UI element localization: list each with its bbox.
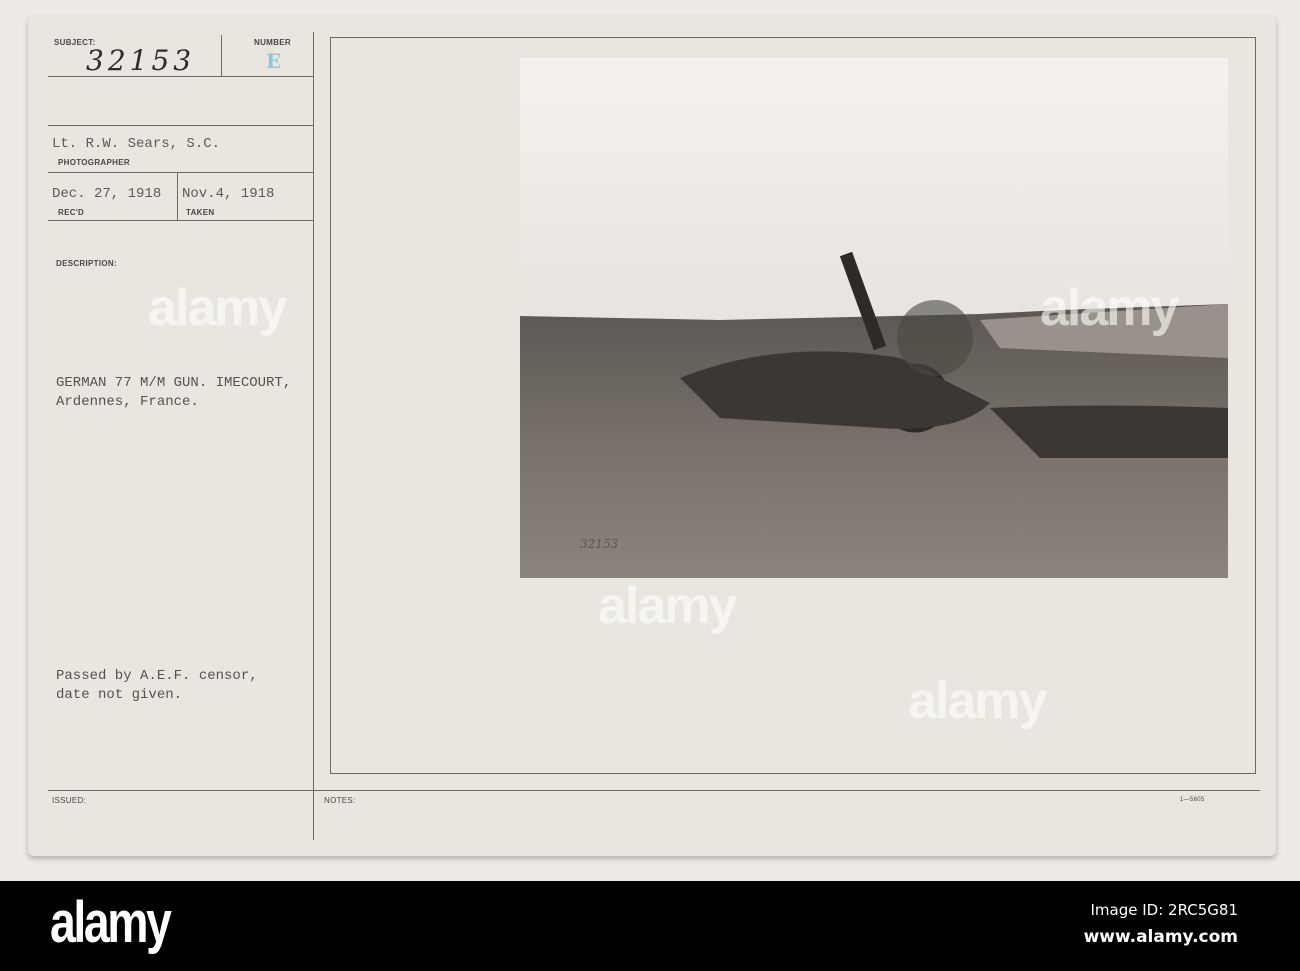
number-label: NUMBER xyxy=(254,38,291,47)
divider xyxy=(221,35,222,76)
divider xyxy=(48,172,314,173)
watermark: alamy xyxy=(598,577,737,635)
taken-date: Nov.4, 1918 xyxy=(182,186,275,202)
photo-inscription: 32153 xyxy=(580,537,619,551)
image-id: Image ID: 2RC5G81 xyxy=(1090,901,1239,919)
description-line-2: Ardennes, France. xyxy=(56,394,199,410)
column-divider xyxy=(313,32,314,840)
censor-line-2: date not given. xyxy=(56,687,183,703)
alamy-logo: alamy xyxy=(50,890,172,955)
received-date: Dec. 27, 1918 xyxy=(52,186,162,202)
issued-label: ISSUED: xyxy=(52,796,87,805)
notes-label: NOTES: xyxy=(324,796,356,805)
taken-label: TAKEN xyxy=(186,208,215,217)
received-label: REC'D xyxy=(58,208,85,217)
archival-photo-card: SUBJECT: 32153 NUMBER E Lt. R.W. Sears, … xyxy=(28,16,1276,856)
description-label: DESCRIPTION: xyxy=(56,259,117,268)
description-line-1: GERMAN 77 M/M GUN. IMECOURT, xyxy=(56,375,292,391)
photographer-label: PHOTOGRAPHER xyxy=(58,158,130,167)
subject-number: 32153 xyxy=(86,44,196,77)
divider xyxy=(48,790,1260,791)
divider xyxy=(177,172,178,220)
number-stamp: E xyxy=(266,49,282,73)
alamy-banner: alamy Image ID: 2RC5G81 www.alamy.com xyxy=(0,881,1300,971)
form-number: 1—5605 xyxy=(1180,797,1205,803)
watermark: alamy xyxy=(148,279,287,337)
watermark: alamy xyxy=(1040,279,1179,337)
alamy-url: www.alamy.com xyxy=(1083,927,1238,947)
censor-line-1: Passed by A.E.F. censor, xyxy=(56,668,258,684)
divider xyxy=(48,220,314,221)
watermark: alamy xyxy=(908,672,1047,730)
divider xyxy=(48,125,314,126)
divider xyxy=(48,76,314,77)
photographer-name: Lt. R.W. Sears, S.C. xyxy=(52,136,221,152)
